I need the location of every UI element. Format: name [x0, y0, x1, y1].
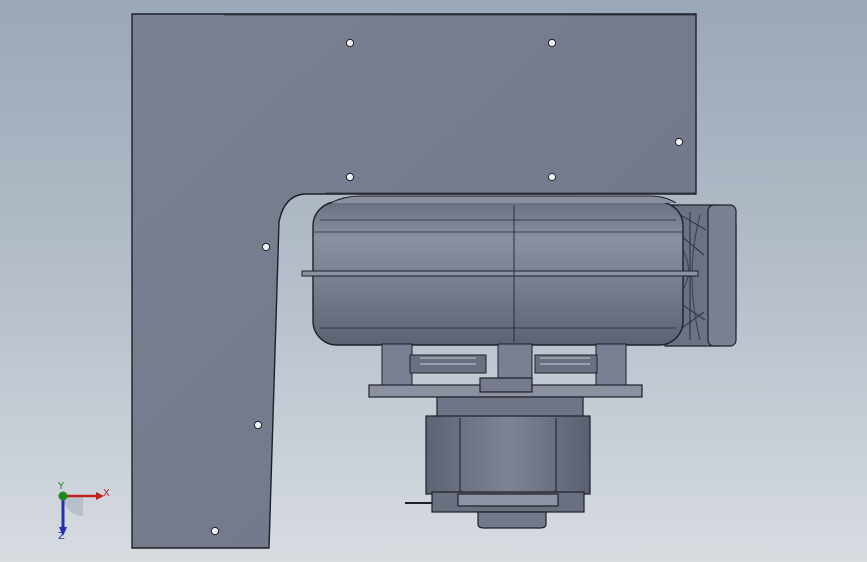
hole [547, 172, 557, 182]
cad-model[interactable] [0, 0, 867, 562]
motor[interactable] [405, 396, 591, 529]
cad-viewport[interactable]: X Y Z [0, 0, 867, 562]
z-axis-label: Z [58, 531, 65, 542]
coordinate-triad: X Y Z [48, 480, 118, 545]
y-axis-label: Y [58, 481, 65, 492]
hole [253, 420, 263, 430]
y-axis-marker [58, 491, 68, 501]
centrifugal-blower-housing[interactable] [301, 195, 699, 346]
hole [210, 526, 220, 536]
hole [345, 172, 355, 182]
x-axis-label: X [103, 488, 110, 499]
hole [674, 137, 684, 147]
hole [345, 38, 355, 48]
hole [261, 242, 271, 252]
hole [547, 38, 557, 48]
